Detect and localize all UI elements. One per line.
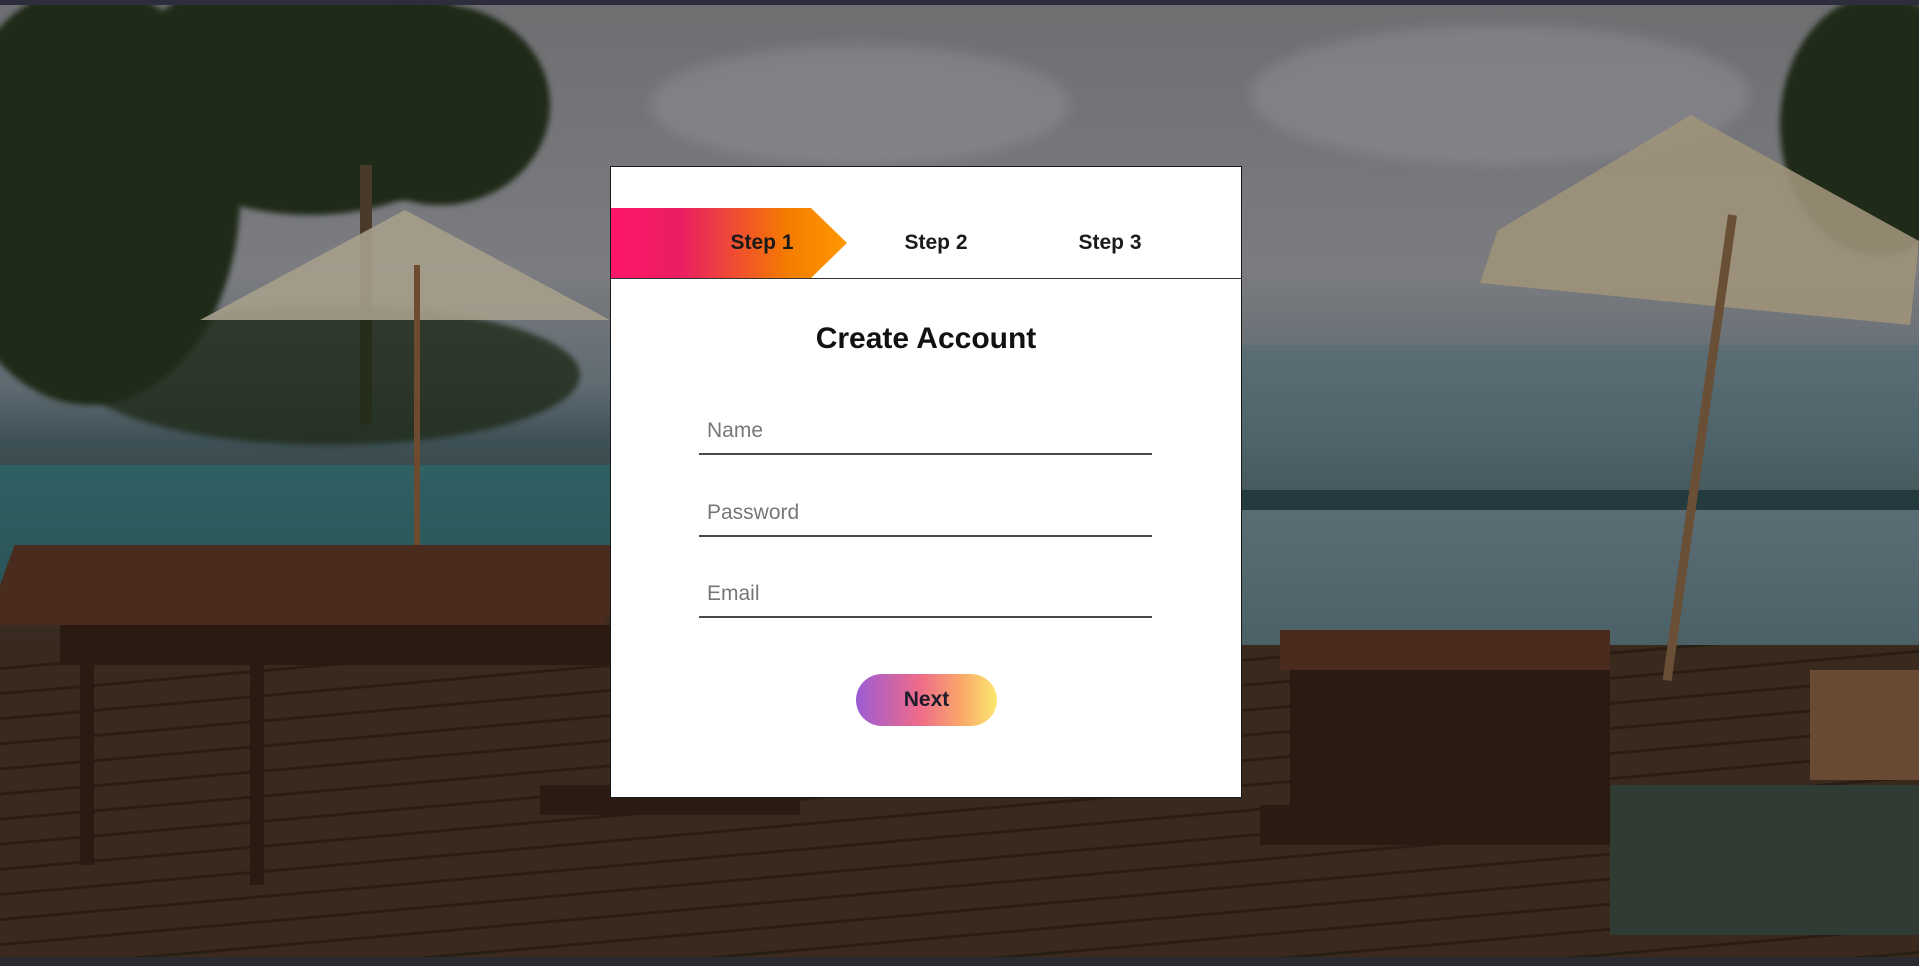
sea [1200,345,1919,505]
password-input[interactable] [699,491,1152,537]
umbrella-left [200,210,610,320]
bottom-bar [0,957,1919,966]
step-3-label[interactable]: Step 3 [1040,208,1180,278]
pool-edge [1230,490,1919,512]
name-input[interactable] [699,409,1152,455]
email-input[interactable] [699,572,1152,618]
step-progress: Step 1 Step 2 Step 3 [611,208,1241,279]
signup-card: Step 1 Step 2 Step 3 Create Account Next [610,166,1242,798]
next-button[interactable]: Next [856,674,997,726]
step-2-label[interactable]: Step 2 [866,208,1006,278]
step-1-label[interactable]: Step 1 [692,208,832,278]
page-title: Create Account [815,322,1037,355]
